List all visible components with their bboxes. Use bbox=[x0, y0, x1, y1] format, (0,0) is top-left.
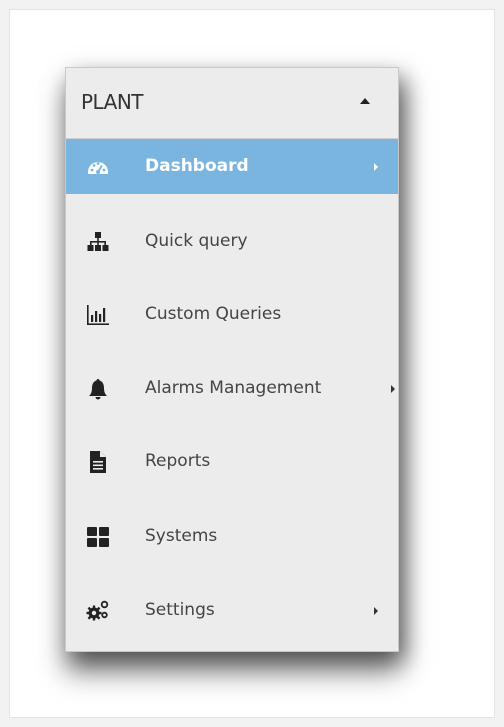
menu-title: PLANT bbox=[81, 90, 144, 114]
grid-icon bbox=[86, 525, 110, 549]
menu-item-alarms-management[interactable]: Alarms Management bbox=[66, 361, 398, 416]
submenu-arrow-icon bbox=[391, 385, 395, 393]
menu-item-quick-query[interactable]: Quick query bbox=[66, 214, 398, 269]
cogs-icon bbox=[86, 599, 110, 623]
menu-header[interactable]: PLANT bbox=[66, 68, 398, 139]
dashboard-gauge-icon bbox=[86, 155, 110, 179]
menu-item-systems[interactable]: Systems bbox=[66, 509, 398, 564]
menu-item-label: Custom Queries bbox=[145, 304, 282, 324]
screenshot-frame: PLANT Dashboard Quick query Custom Queri… bbox=[9, 9, 495, 718]
menu-item-label: Settings bbox=[145, 600, 215, 620]
document-icon bbox=[86, 450, 110, 474]
collapse-caret-icon[interactable] bbox=[360, 98, 370, 104]
bell-icon bbox=[86, 377, 110, 401]
submenu-arrow-icon bbox=[374, 163, 378, 171]
menu-item-label: Quick query bbox=[145, 231, 248, 251]
menu-item-label: Alarms Management bbox=[145, 378, 322, 398]
menu-item-settings[interactable]: Settings bbox=[66, 583, 398, 638]
menu-item-label: Systems bbox=[145, 526, 218, 546]
menu-item-label: Dashboard bbox=[145, 156, 249, 176]
bar-chart-icon bbox=[86, 303, 110, 327]
menu-item-dashboard[interactable]: Dashboard bbox=[66, 139, 398, 194]
menu-item-reports[interactable]: Reports bbox=[66, 434, 398, 489]
menu-item-custom-queries[interactable]: Custom Queries bbox=[66, 287, 398, 342]
sitemap-icon bbox=[86, 230, 110, 254]
menu-item-label: Reports bbox=[145, 451, 211, 471]
plant-menu-panel: PLANT Dashboard Quick query Custom Queri… bbox=[65, 67, 399, 652]
submenu-arrow-icon bbox=[374, 607, 378, 615]
